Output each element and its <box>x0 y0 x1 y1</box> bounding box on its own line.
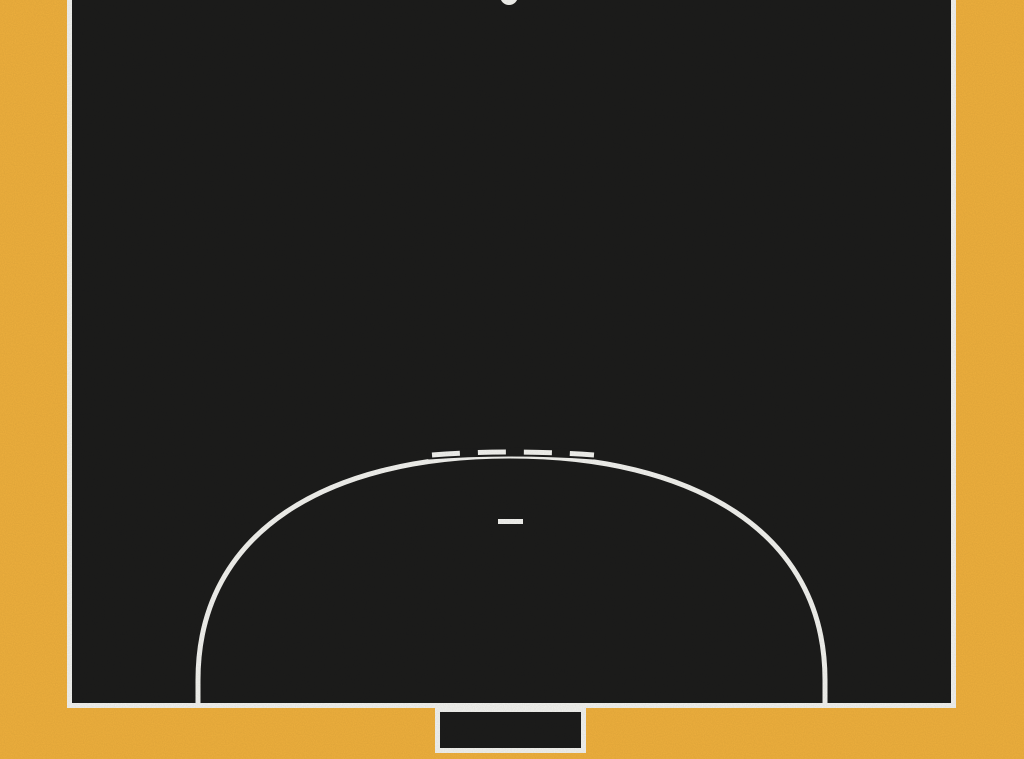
surface-texture <box>0 0 1024 759</box>
handball-court <box>0 0 1024 759</box>
